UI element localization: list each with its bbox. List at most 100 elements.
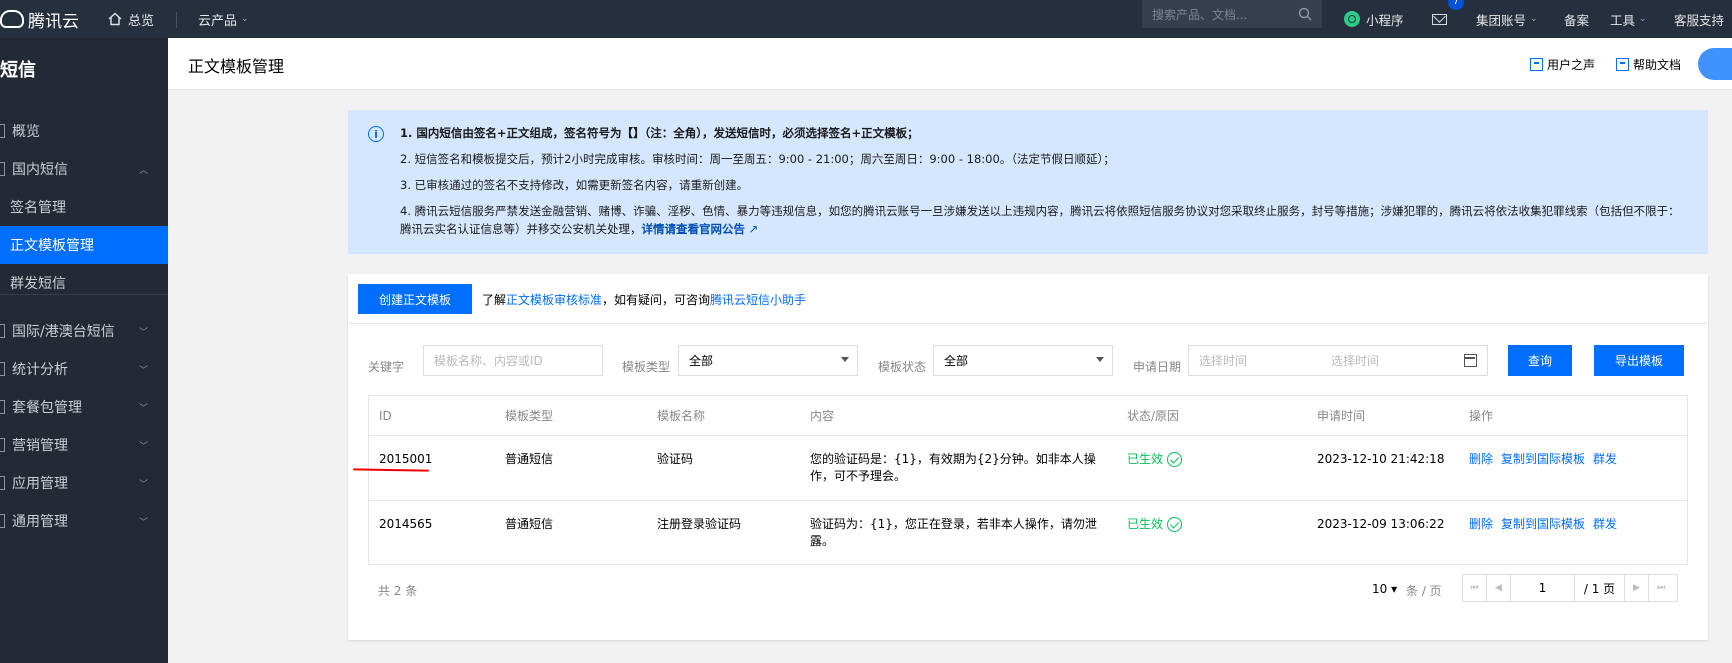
sidebar-item-label: 统计分析 <box>12 362 68 378</box>
cell-id: 2015001 <box>379 452 433 466</box>
intro-text: 了解正文模板审核标准，如有疑问，可咨询腾讯云短信小助手 <box>482 291 806 308</box>
type-select-value: 全部 <box>689 354 714 368</box>
table-row: 2015001 普通短信 验证码 您的验证码是：{1}，有效期为{2}分钟。如非… <box>369 436 1687 501</box>
sidebar-item-statistics[interactable]: 统计分析 ﹀ <box>0 350 168 388</box>
sidebar-item-label: 营销管理 <box>12 438 68 454</box>
help-docs-link[interactable]: 帮助文档 <box>1616 56 1681 73</box>
export-template-button[interactable]: 导出模板 <box>1594 345 1684 376</box>
chevron-down-icon: ﹀ <box>138 327 148 338</box>
sidebar-item-templates[interactable]: 正文模板管理 <box>0 226 168 264</box>
sidebar-item-signature[interactable]: 签名管理 <box>0 188 168 226</box>
nav-overview[interactable]: 总览 <box>108 7 154 31</box>
chevron-down-icon: ﹀ <box>138 365 148 376</box>
cell-time: 2023-12-10 21:42:18 <box>1317 452 1445 466</box>
copy-to-intl-link[interactable]: 复制到国际模板 <box>1501 452 1585 466</box>
check-circle-icon <box>1167 517 1183 532</box>
cell-id: 2014565 <box>379 517 433 531</box>
overview-icon <box>0 124 10 138</box>
sidebar-item-intl-sms[interactable]: 国际/港澳台短信 ﹀ <box>0 312 168 350</box>
keyword-label: 关键字 <box>368 360 405 374</box>
nav-group-account-label: 集团账号 <box>1476 12 1527 28</box>
type-label: 模板类型 <box>622 360 671 374</box>
sms-assistant-link[interactable]: 腾讯云短信小助手 <box>710 293 806 307</box>
create-template-button[interactable]: 创建正文模板 <box>358 284 472 314</box>
nav-support[interactable]: 客服支持 <box>1674 7 1724 31</box>
mass-send-link[interactable]: 群发 <box>1593 517 1617 531</box>
notice-banner: i 1. 国内短信由签名+正文组成，签名符号为【】（注：全角），发送短信时，必须… <box>348 110 1708 254</box>
column-header: 模板名称 <box>657 409 706 423</box>
nav-products[interactable]: 云产品 ⌄ <box>198 7 249 31</box>
table-row: 2014565 普通短信 注册登录验证码 验证码为：{1}，您正在登录，若非本人… <box>369 501 1687 566</box>
sidebar-item-mass-send[interactable]: 群发短信 <box>0 264 168 302</box>
chevron-up-icon: ︿ <box>138 165 148 176</box>
globe-icon <box>0 324 10 338</box>
keyword-input[interactable]: 模板名称、内容或ID <box>423 345 603 376</box>
status-text: 已生效 <box>1127 517 1164 531</box>
last-page-icon[interactable]: ⏭ <box>1649 575 1673 601</box>
cell-content: 验证码为：{1}，您正在登录，若非本人操作，请勿泄露。 <box>810 517 1097 548</box>
type-select[interactable]: 全部 <box>678 345 858 376</box>
official-notice-link[interactable]: 详情请查看官网公告 <box>642 222 746 236</box>
intro-mid: ，如有疑问，可咨询 <box>602 293 711 307</box>
sidebar-item-apps[interactable]: 应用管理 ﹀ <box>0 464 168 502</box>
status-select[interactable]: 全部 <box>933 345 1113 376</box>
copy-to-intl-link[interactable]: 复制到国际模板 <box>1501 517 1585 531</box>
brand-name: 腾讯云 <box>28 11 79 32</box>
nav-group-account[interactable]: 集团账号 ⌄ <box>1476 7 1538 31</box>
search-icon[interactable] <box>1298 7 1312 21</box>
search-input[interactable]: 搜索产品、文档... <box>1142 0 1322 28</box>
review-standard-link[interactable]: 正文模板审核标准 <box>506 293 602 307</box>
column-header: 模板类型 <box>505 409 554 423</box>
first-page-icon[interactable]: ⏮ <box>1463 575 1487 601</box>
notice-line: 2. 短信签名和模板提交后，预计2小时完成审核。审核时间：周一至周五：9:00 … <box>400 152 1115 166</box>
cell-type: 普通短信 <box>505 452 554 466</box>
cell-actions: 删除 复制到国际模板 群发 <box>1469 516 1625 533</box>
chevron-down-icon: ﹀ <box>138 441 148 452</box>
nav-overview-label: 总览 <box>128 13 155 29</box>
caret-down-icon <box>841 357 849 362</box>
column-header: 状态/原因 <box>1127 409 1180 423</box>
mass-send-link[interactable]: 群发 <box>1593 452 1617 466</box>
sidebar-item-marketing[interactable]: 营销管理 ﹀ <box>0 426 168 464</box>
prev-page-icon[interactable]: ◀ <box>1487 575 1511 601</box>
user-voice-link[interactable]: 用户之声 <box>1530 56 1595 73</box>
feedback-icon <box>1530 58 1543 71</box>
sidebar-item-label: 国内短信 <box>12 162 68 178</box>
sidebar-item-label: 概览 <box>12 124 40 140</box>
sidebar-divider <box>0 294 168 295</box>
delete-link[interactable]: 删除 <box>1469 517 1493 531</box>
marketing-icon <box>0 438 10 452</box>
delete-link[interactable]: 删除 <box>1469 452 1493 466</box>
search-placeholder: 搜索产品、文档... <box>1152 7 1248 22</box>
brand-logo[interactable]: 腾讯云 <box>0 6 79 32</box>
nav-miniprogram-label: 小程序 <box>1366 12 1404 28</box>
sms-icon <box>0 162 10 176</box>
next-page-icon[interactable]: ▶ <box>1625 575 1649 601</box>
template-card: 创建正文模板 了解正文模板审核标准，如有疑问，可咨询腾讯云短信小助手 关键字 模… <box>348 274 1708 640</box>
cell-name: 注册登录验证码 <box>657 517 742 531</box>
nav-filing[interactable]: 备案 <box>1564 7 1589 31</box>
status-select-value: 全部 <box>944 354 969 368</box>
nav-mail[interactable] <box>1432 7 1447 31</box>
column-header: 操作 <box>1469 409 1494 423</box>
sidebar-title: 短信 <box>0 60 36 81</box>
sidebar: 短信 概览 国内短信 ︿ 签名管理 正文模板管理 群发短信 国际/港澳台短信 ﹀… <box>0 38 168 663</box>
calendar-icon <box>1464 354 1477 367</box>
floating-assistant-button[interactable] <box>1698 48 1732 80</box>
table-header: ID 模板类型 模板名称 内容 状态/原因 申请时间 操作 <box>369 396 1687 436</box>
page-size-select[interactable]: 10 ▾ <box>1372 582 1397 596</box>
nav-miniprogram[interactable]: 小程序 <box>1344 7 1404 31</box>
column-header: 申请时间 <box>1317 409 1366 423</box>
home-icon <box>108 12 122 26</box>
sidebar-item-overview[interactable]: 概览 <box>0 112 168 150</box>
date-range-picker[interactable]: 选择时间 选择时间 <box>1188 345 1488 376</box>
sidebar-item-packages[interactable]: 套餐包管理 ﹀ <box>0 388 168 426</box>
sidebar-item-general[interactable]: 通用管理 ﹀ <box>0 502 168 540</box>
nav-filing-label: 备案 <box>1564 12 1590 28</box>
nav-products-label: 云产品 <box>198 13 238 29</box>
nav-tools[interactable]: 工具 ⌄ <box>1610 7 1647 31</box>
query-button[interactable]: 查询 <box>1508 345 1572 376</box>
notice-line: 1. 国内短信由签名+正文组成，签名符号为【】（注：全角），发送短信时，必须选择… <box>400 126 919 140</box>
sidebar-item-domestic-sms[interactable]: 国内短信 ︿ <box>0 150 168 188</box>
page-number-input[interactable]: 1 <box>1511 575 1575 601</box>
